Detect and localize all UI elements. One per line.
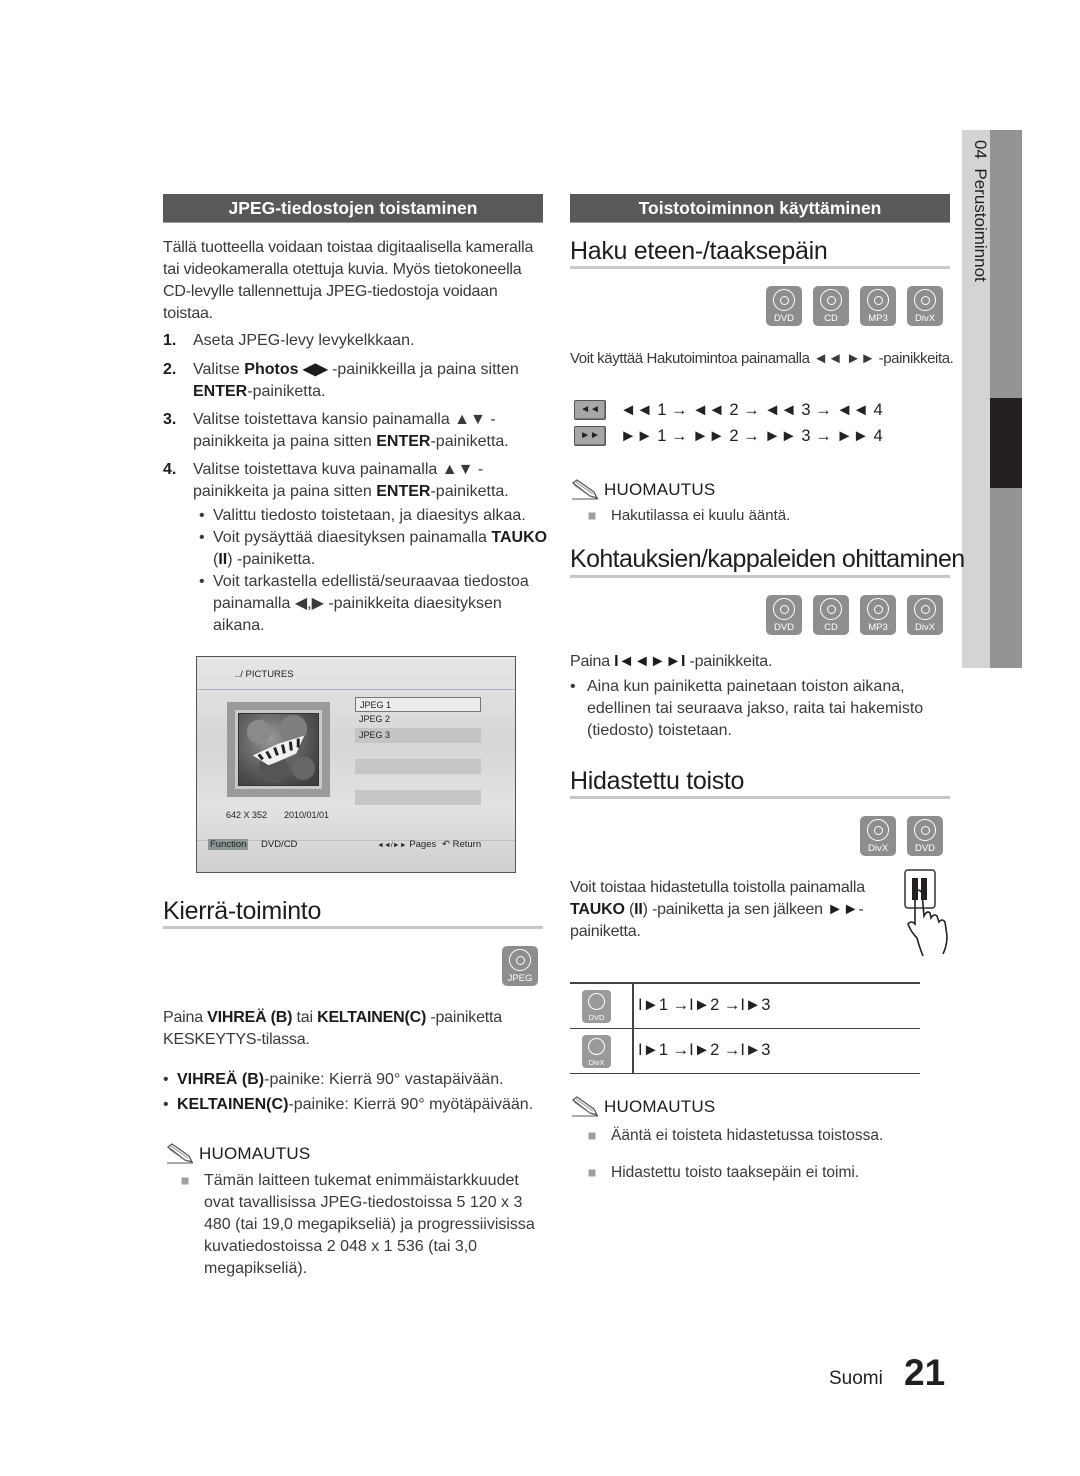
pencil-icon <box>571 479 599 500</box>
step-text: Valitse toistettava kansio painamalla ▲▼… <box>193 411 509 450</box>
skip-bullets: • Aina kun painiketta painetaan toiston a… <box>570 676 955 742</box>
table-row: DVD I►1 →I►2 →I►3 <box>570 984 920 1029</box>
dvd-disc-icon: DVD <box>766 595 802 635</box>
jpeg-disc-icon: JPEG <box>502 946 538 986</box>
rotate-notes: Tämän laitteen tukemat enimmäistarkkuude… <box>178 1170 548 1280</box>
dvd-disc-icon: DVD <box>582 990 611 1023</box>
rotate-heading: Kierrä-toiminto <box>163 897 322 925</box>
divx-disc-icon: DivX <box>860 816 896 856</box>
mp3-disc-icon: MP3 <box>860 286 896 326</box>
rotate-bullets: • VIHREÄ (B)-painike: Kierrä 90° vastapäi… <box>163 1069 548 1116</box>
divx-disc-icon: DivX <box>582 1035 611 1068</box>
dvd-disc-icon: DVD <box>907 816 943 856</box>
source-label: DVD/CD <box>261 839 298 850</box>
note-item: Hakutilassa ei kuulu ääntä. <box>585 505 790 527</box>
note-heading: HUOMAUTUS <box>165 1143 310 1165</box>
function-button[interactable]: Function <box>208 839 249 850</box>
empty-file-slot <box>355 759 481 774</box>
step: 3. Valitse toistettava kansio painamalla … <box>163 409 548 453</box>
step: 2. Valitse Photos ◀▶ -painikkeilla ja pai… <box>163 359 548 403</box>
jpeg-intro: Tällä tuotteella voidaan toistaa digitaa… <box>163 239 534 322</box>
heading-rule <box>570 796 950 799</box>
heading-rule <box>570 266 950 269</box>
pencil-icon <box>166 1143 194 1164</box>
section-title-jpeg: JPEG-tiedostojen toistaminen <box>163 194 543 223</box>
rewind-button-icon: ◄◄ <box>574 400 606 420</box>
skip-para: Paina I◄◄►►I -painikkeita. <box>570 653 773 670</box>
step-text: Valitse toistettava kuva painamalla ▲▼ -… <box>193 461 509 500</box>
search-para: Voit käyttää Hakutoimintoa painamalla ◄◄… <box>570 350 954 367</box>
note-heading: HUOMAUTUS <box>570 1096 715 1118</box>
slow-sequence: I►1 →I►2 →I►3 <box>638 996 771 1014</box>
pages-icon: ◄◄/►► <box>377 842 407 849</box>
butterfly-thumbnail <box>238 713 319 786</box>
bullet-item: • VIHREÄ (B)-painike: Kierrä 90° vastapäi… <box>163 1071 504 1088</box>
slow-para: Voit toistaa hidastetulla toistolla pain… <box>570 879 865 940</box>
return-icon: ↶ <box>442 839 450 850</box>
bullet-item: • KELTAINEN(C)-painike: Kierrä 90° myötäp… <box>163 1096 534 1113</box>
table-row: DivX I►1 →I►2 →I►3 <box>570 1029 920 1074</box>
cd-disc-icon: CD <box>813 595 849 635</box>
step-text: Valitse Photos ◀▶ -painikkeilla ja paina… <box>193 361 519 400</box>
return-button[interactable]: ↶ Return <box>442 839 481 850</box>
divx-disc-icon: DivX <box>907 595 943 635</box>
bullet-item: • Voit pysäyttää diaesityksen painamalla … <box>199 529 548 568</box>
forward-sequence: ►► ►► 1 → ►► 2 → ►► 3 → ►► 4 <box>574 426 883 446</box>
folder-path: ../ PICTURES <box>197 657 515 690</box>
file-item-selected[interactable]: JPEG 1 <box>355 697 481 712</box>
note-item: Hidastettu toisto taaksepäin ei toimi. <box>585 1162 883 1184</box>
thumbnail-frame <box>227 702 330 797</box>
search-notes: Hakutilassa ei kuulu ääntä. <box>585 505 790 527</box>
bullet-item: • Aina kun painiketta painetaan toiston a… <box>570 678 924 739</box>
empty-file-slot <box>355 790 481 805</box>
chapter-title: Perustoiminnot <box>971 168 990 282</box>
footer-language: Suomi <box>829 1368 883 1389</box>
photo-browser-screen: ../ PICTURES JPEG 1 JPEG 2 JPEG 3 642 X … <box>196 656 516 873</box>
bullet-item: • Voit tarkastella edellistä/seuraavaa ti… <box>199 573 529 634</box>
side-tab-active-marker <box>990 398 1022 488</box>
heading-rule <box>570 575 950 578</box>
image-resolution: 642 X 352 <box>226 810 268 820</box>
slow-heading: Hidastettu toisto <box>570 767 745 795</box>
cd-disc-icon: CD <box>813 286 849 326</box>
note-heading: HUOMAUTUS <box>570 479 715 501</box>
step-bullets: • Valittu tiedosto toistetaan, ja diaesit… <box>163 505 548 637</box>
file-item[interactable]: JPEG 2 <box>355 712 481 727</box>
divx-disc-icon: DivX <box>907 286 943 326</box>
search-heading: Haku eteen-/taaksepäin <box>570 237 828 265</box>
section-title-playback: Toistotoiminnon käyttäminen <box>570 194 950 223</box>
skip-disc-icons: DVD CD MP3 DivX <box>766 595 943 635</box>
file-item[interactable]: JPEG 3 <box>355 728 481 743</box>
page-number: 21 <box>904 1352 946 1393</box>
step: 1. Aseta JPEG-levy levykelkkaan. <box>163 330 548 352</box>
bullet-item: • Valittu tiedosto toistetaan, ja diaesit… <box>199 507 526 524</box>
search-disc-icons: DVD CD MP3 DivX <box>766 286 943 326</box>
step: 4. Valitse toistettava kuva painamalla ▲▼… <box>163 459 548 503</box>
slow-disc-icons: DivX DVD <box>860 816 943 856</box>
chapter-label: 04 Perustoiminnot <box>964 140 990 282</box>
pencil-icon <box>571 1096 599 1117</box>
chapter-side-tab: 04 Perustoiminnot <box>962 130 1022 668</box>
heading-rule <box>163 926 543 929</box>
skip-heading: Kohtauksien/kappaleiden ohittaminen <box>570 545 965 573</box>
chapter-number: 04 <box>971 140 990 159</box>
step-text: Aseta JPEG-levy levykelkkaan. <box>193 332 415 349</box>
note-item: Tämän laitteen tukemat enimmäistarkkuude… <box>178 1170 548 1280</box>
dvd-disc-icon: DVD <box>766 286 802 326</box>
jpeg-steps: 1. Aseta JPEG-levy levykelkkaan. 2. Valits… <box>163 330 548 637</box>
rotate-para: Paina VIHREÄ (B) tai KELTAINEN(C) -paini… <box>163 1009 502 1048</box>
forward-button-icon: ►► <box>574 426 606 446</box>
pages-button[interactable]: ◄◄/►► Pages <box>377 839 436 850</box>
image-date: 2010/01/01 <box>284 810 330 820</box>
note-item: Ääntä ei toisteta hidastetussa toistossa… <box>585 1125 883 1147</box>
slow-notes: Ääntä ei toisteta hidastetussa toistossa… <box>585 1125 883 1184</box>
mp3-disc-icon: MP3 <box>860 595 896 635</box>
rewind-sequence: ◄◄ ◄◄ 1 → ◄◄ 2 → ◄◄ 3 → ◄◄ 4 <box>574 400 883 420</box>
pause-button-hand-icon <box>897 866 957 961</box>
slow-sequence: I►1 →I►2 →I►3 <box>638 1041 771 1059</box>
